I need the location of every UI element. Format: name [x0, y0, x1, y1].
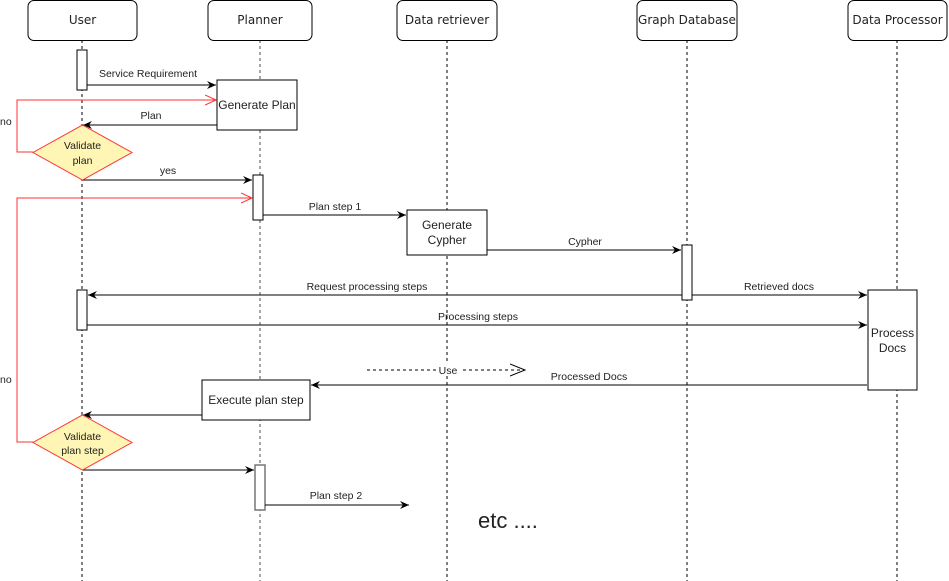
activation-planner-2 [254, 464, 266, 511]
box-execute-plan-step[interactable]: Execute plan step [201, 379, 311, 421]
msg-label: Service Requirement [99, 68, 197, 80]
decision-label: Validate [64, 431, 101, 443]
decision-label: plan [73, 155, 93, 167]
msg-label: Use [439, 365, 458, 377]
box-label: Execute plan step [208, 393, 304, 407]
participant-planner[interactable]: Planner [207, 0, 313, 41]
box-generate-cypher[interactable]: Generate Cypher [406, 209, 488, 256]
msg-label: Cypher [568, 236, 602, 248]
activation-user-2 [76, 289, 88, 331]
participant-label: User [69, 13, 96, 27]
box-generate-plan[interactable]: Generate Plan [216, 79, 298, 131]
box-process-docs[interactable]: Process Docs [867, 289, 918, 391]
decision-validate-plan-step[interactable]: Validate plan step [31, 414, 134, 471]
decision-validate-plan[interactable]: Validate plan [31, 124, 134, 181]
participant-label: Graph Database [638, 13, 736, 27]
decision-label: plan step [61, 445, 104, 457]
no-label: no [0, 116, 12, 128]
box-label: Generate Plan [218, 98, 295, 112]
participant-label: Data Processor [852, 13, 942, 27]
participant-data-retriever[interactable]: Data retriever [396, 0, 498, 41]
box-label: Docs [879, 341, 906, 355]
msg-label: Request processing steps [307, 281, 428, 293]
msg-label: Plan step 2 [310, 490, 363, 502]
decision-label: Validate [64, 140, 101, 152]
msg-label: Processed Docs [551, 371, 627, 383]
msg-label: Processing steps [438, 311, 518, 323]
box-label: Generate [422, 218, 472, 232]
participant-user[interactable]: User [27, 0, 138, 41]
msg-label: yes [160, 165, 176, 177]
participant-label: Data retriever [405, 13, 489, 27]
box-label: Cypher [428, 233, 467, 247]
box-label: Process [871, 326, 914, 340]
msg-label: Retrieved docs [744, 281, 814, 293]
sequence-diagram: User Planner Data retriever Graph Databa… [0, 0, 948, 581]
msg-label: Plan step 1 [309, 201, 362, 213]
activation-user-1 [76, 49, 88, 91]
activation-graphdb [681, 244, 693, 301]
activation-planner-1 [252, 174, 264, 221]
participant-label: Planner [237, 13, 283, 27]
etc-note: etc .... [478, 508, 538, 533]
participant-data-processor[interactable]: Data Processor [847, 0, 948, 41]
participant-graph-database[interactable]: Graph Database [636, 0, 738, 41]
no-label: no [0, 374, 12, 386]
msg-label: Plan [140, 110, 161, 122]
